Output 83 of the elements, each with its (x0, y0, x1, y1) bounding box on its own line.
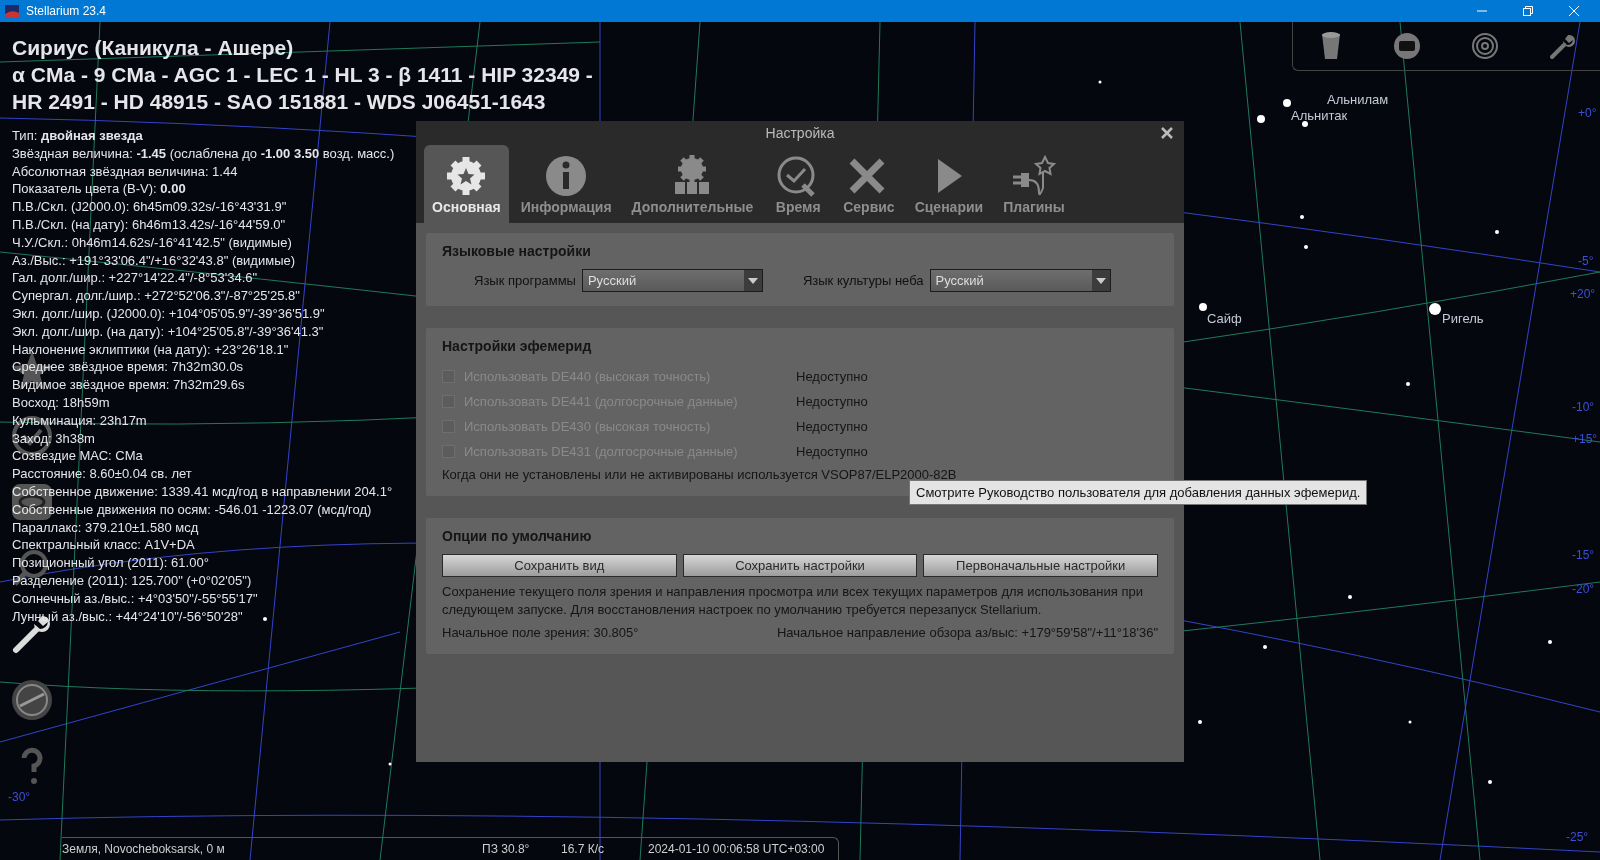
object-info-line: Расстояние: 8.60±0.04 св. лет (12, 465, 192, 483)
object-info-line: Среднее звёздное время: 7h32m30.0s (12, 358, 244, 377)
language-dropdown[interactable]: Русский (581, 269, 763, 292)
object-title: α CMa - 9 CMa - AGC 1 - LEC 1 - HL 3 - β 1411 - HIP 32349 - (12, 62, 593, 88)
tooltip: Смотрите Руководство пользователя для добавления данных эфемерид. (909, 480, 1368, 505)
object-info-line: Экл. долг./шир. (на дату): +104°25'05.8"/-39°36'41.3" (12, 322, 324, 341)
object-info-line: Солнечный аз./выс.: +4°03'50"/-55°55'17" (12, 589, 258, 608)
grid-label: -30° (8, 790, 31, 804)
object-info-line: Ч.У./Скл.: 0h46m14.62s/-16°41'42.5" (видимые) (12, 233, 292, 252)
restore-icon[interactable] (1522, 5, 1534, 17)
settings-tab[interactable]: Плагины (995, 145, 1073, 223)
fov-text: ПЗ 30.8° (482, 842, 531, 856)
window-title: Stellarium 23.4 (26, 4, 107, 18)
object-info-line: Кульминация: 23h17m (12, 411, 147, 430)
star-label: Альнилам (1327, 92, 1389, 107)
settings-button[interactable]: Первоначальные настройки (923, 554, 1158, 577)
grid-label: -15° (1572, 548, 1595, 562)
object-info-line: Параллакс: 379.210±1.580 мсд (12, 518, 199, 537)
object-info-line: Созвездие МАС: CMa (12, 447, 143, 466)
object-info-line: Тип: двойная звезда (12, 127, 143, 145)
grid-label: -5° (1578, 254, 1594, 268)
description-text: Сохранение текущего поля зрения и направления просмотра или всех текущих параметров для использования при следующем запуске. Для восстановления настроек по умолчанию требуется перезапуск Stellarium. (442, 583, 1144, 619)
status-text: Недоступно (796, 394, 868, 409)
grid-label: -20° (1572, 582, 1595, 596)
object-info-line: Гал. долг./шир.: +227°14'22.4"/-8°53'34.6" (12, 269, 258, 288)
grid-label: +20° (1570, 287, 1596, 301)
status-text: Недоступно (796, 369, 868, 384)
dialog-title: Настройка (765, 125, 835, 141)
star-label: Ригель (1442, 311, 1484, 326)
object-info-line: Аз./Выс.: +191°33'06.4"/+16°32'43.8" (видимые) (12, 251, 296, 270)
object-info-line: Видимое звёздное время: 7h32m29.6s (12, 376, 245, 394)
object-info-line: Показатель цвета (B-V): 0.00 (12, 180, 186, 199)
object-info-line: Позиционный угол (2011): 61.00° (12, 554, 209, 572)
datetime-text: 2024-01-10 00:06:58 UTC+03:00 (648, 842, 825, 856)
screen-icon[interactable] (1393, 32, 1422, 60)
app-logo-icon (4, 3, 20, 19)
section-heading: Настройки эфемерид (442, 338, 593, 354)
object-info-line: Абсолютная звёздная величина: 1.44 (12, 162, 238, 181)
settings-button[interactable]: Сохранить вид (442, 554, 677, 577)
target-icon[interactable] (1470, 32, 1499, 60)
grid-label: -10° (1572, 400, 1595, 414)
initial-direction-text: Начальное направление обзора аз/выс: +179°59'58"/+11°18'36" (776, 625, 1158, 640)
object-info-line: Заход: 3h38m (12, 429, 95, 448)
grid-label: +0° (1578, 106, 1597, 120)
object-info-line: П.В./Скл. (на дату): 6h46m13.42s/-16°44'59.0" (12, 216, 286, 234)
object-info-line: Разделение (2011): 125.700" (+0°02'05") (12, 571, 252, 590)
settings-tab[interactable]: Дополнительные (623, 145, 762, 223)
settings-tab[interactable]: Сценарии (906, 145, 992, 223)
object-title: Сириус (Каникула - Ашере) (12, 35, 295, 61)
fps-text: 16.7 К/с (561, 842, 605, 856)
object-info-line: Экл. долг./шир. (J2000.0): +104°05'05.9"/-39°36'51.9" (12, 304, 325, 323)
settings-tab[interactable]: Информация (512, 145, 620, 223)
section-heading: Опции по умолчанию (442, 528, 593, 544)
status-text: Недоступно (796, 444, 868, 459)
object-info-line: Собственные движения по осям: -546.01 -1223.07 (мсд/год) (12, 500, 372, 519)
location-text: Земля, Novocheboksarsk, 0 м (62, 842, 226, 856)
initial-fov-text: Начальное поле зрения: 30.805° (442, 625, 639, 640)
settings-tab[interactable]: Сервис (835, 145, 903, 223)
object-info-line: П.В./Скл. (J2000.0): 6h45m09.32s/-16°43'31.9" (12, 198, 287, 216)
grid-label: +15° (1572, 432, 1598, 446)
settings-button[interactable]: Сохранить настройки (682, 554, 918, 577)
object-info-line: Собственное движение: 1339.41 мсд/год в направлении 204.1° (12, 482, 393, 501)
settings-tab[interactable]: Основная (424, 145, 509, 223)
star-label: Альнитак (1291, 108, 1348, 123)
language-dropdown[interactable]: Русский (929, 269, 1111, 292)
object-info-line: Звёздная величина: -1.45 (ослаблена до -1.00 3.50 возд. масс.) (12, 144, 395, 163)
field-label: Язык культуры неба (802, 273, 924, 288)
object-info-line: Спектральный класс: A1V+DA (12, 536, 195, 555)
grid-label: -25° (1566, 830, 1589, 844)
dropdown-arrow-icon (747, 277, 758, 284)
section-heading: Языковые настройки (442, 243, 592, 259)
object-info-line: Восход: 18h59m (12, 393, 110, 412)
status-text: Недоступно (796, 419, 868, 434)
compass-icon[interactable] (10, 678, 54, 722)
star-label: Сайф (1207, 311, 1242, 326)
field-label: Язык программы (474, 273, 576, 288)
object-info-line: Наклонение эклиптики (на дату): +23°26'18.1" (12, 340, 289, 359)
ephemeris-note: Когда они не установлены или не активированы используется VSOP87/ELP2000-82B (442, 467, 958, 482)
close-icon[interactable] (1160, 126, 1174, 140)
settings-tab[interactable]: Время (765, 145, 832, 223)
dropdown-arrow-icon (1095, 277, 1106, 284)
object-info-line: Супергал. долг./шир.: +272°52'06.3"/-87°25'25.8" (12, 287, 300, 305)
object-title: HR 2491 - HD 48915 - SAO 151881 - WDS J06451-1643 (12, 89, 547, 115)
